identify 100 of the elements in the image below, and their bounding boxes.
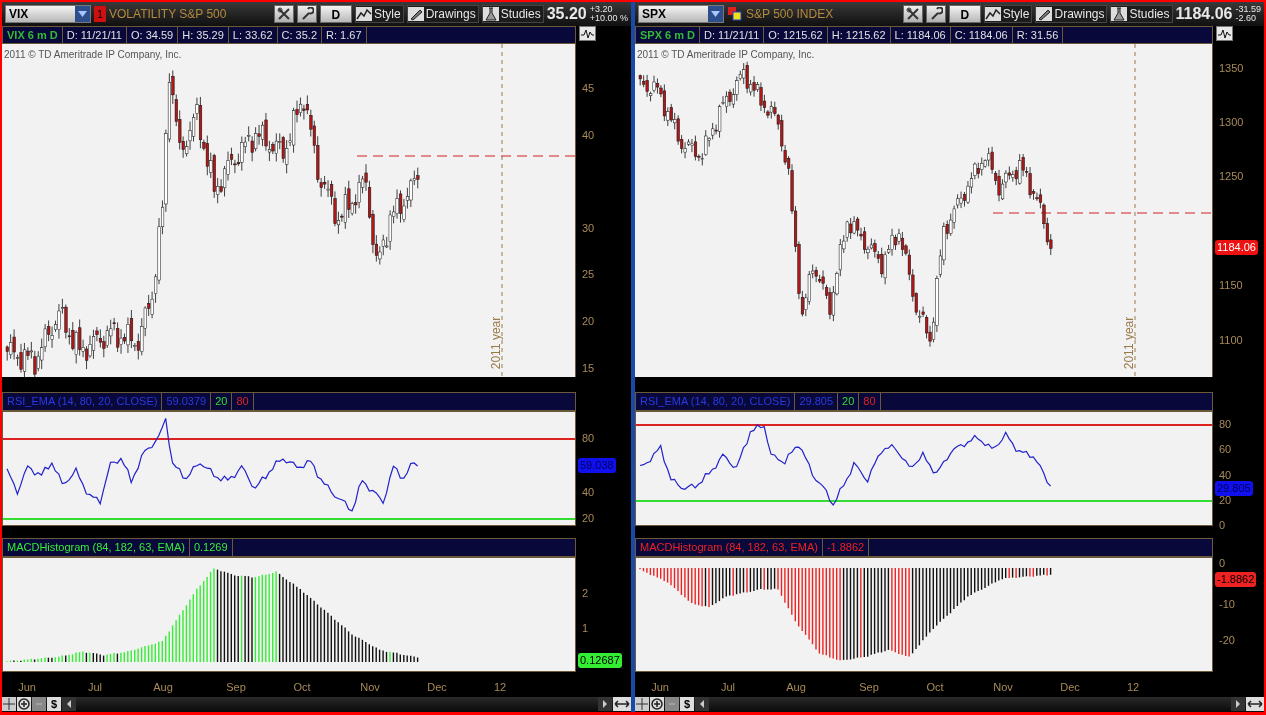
year-label: 2011 year bbox=[488, 316, 505, 370]
axis-label: 15 bbox=[582, 362, 595, 374]
study-title: MACDHistogram (84, 182, 63, EMA) bbox=[636, 539, 823, 557]
last-price: 35.20 bbox=[546, 4, 587, 24]
wrench-button[interactable] bbox=[925, 5, 946, 23]
axis-label: 20 bbox=[582, 315, 595, 327]
zoom-out-icon[interactable] bbox=[665, 697, 679, 712]
axis-label: 20 bbox=[582, 512, 595, 525]
level-value: 20 bbox=[211, 393, 233, 411]
study-title: RSI_EMA (14, 80, 20, CLOSE) bbox=[3, 393, 163, 411]
currency-button[interactable]: $ bbox=[47, 697, 61, 712]
axis-label: 1 bbox=[582, 622, 589, 635]
info-field: O: 34.59 bbox=[127, 27, 179, 43]
axis-label: Aug bbox=[153, 680, 173, 696]
squares-icon[interactable] bbox=[727, 6, 743, 22]
info-field: R: 31.56 bbox=[1012, 27, 1064, 43]
axis-label: 20 bbox=[1219, 494, 1232, 507]
zoom-in-icon[interactable] bbox=[650, 697, 664, 712]
wrench-button[interactable] bbox=[296, 5, 317, 23]
net-change: -31.59 bbox=[1235, 5, 1261, 14]
info-field: L: 33.62 bbox=[228, 27, 278, 43]
axis-label: Nov bbox=[360, 680, 380, 696]
info-field: O: 1215.62 bbox=[764, 27, 828, 43]
pencil-icon bbox=[407, 7, 424, 21]
crosshair-icon[interactable] bbox=[2, 697, 16, 712]
price-badge: 1184.06 bbox=[1215, 240, 1258, 255]
info-field: D: 11/21/11 bbox=[700, 27, 765, 43]
info-field: R: 1.67 bbox=[322, 27, 367, 43]
tools-button[interactable] bbox=[273, 5, 294, 23]
axis-label: 1350 bbox=[1219, 62, 1244, 74]
axis-label: 80 bbox=[582, 432, 595, 445]
axis-label: 25 bbox=[582, 268, 595, 280]
copyright-text: 2011 © TD Ameritrade IP Company, Inc. bbox=[4, 48, 182, 62]
scroll-right-icon[interactable] bbox=[598, 697, 612, 712]
scroll-left-icon[interactable] bbox=[695, 697, 709, 712]
study-value: 59.0379 bbox=[162, 393, 212, 411]
axis-label: 1100 bbox=[1219, 334, 1243, 346]
axis-label: 0 bbox=[1219, 557, 1226, 570]
toolbar-button[interactable]: Style bbox=[983, 5, 1033, 23]
zoom-out-icon[interactable] bbox=[32, 697, 46, 712]
axis-label: Oct bbox=[293, 680, 311, 696]
rsi-badge: 59.038 bbox=[578, 458, 616, 474]
symbol-field[interactable]: SPX bbox=[638, 5, 724, 23]
symbol-description: S&P 500 INDEX bbox=[746, 6, 834, 23]
dropdown-icon[interactable] bbox=[75, 6, 90, 22]
alert-count[interactable]: 1 bbox=[94, 6, 106, 22]
rsi-badge: 29.805 bbox=[1215, 481, 1253, 497]
toolbar-button[interactable]: Drawings bbox=[406, 5, 479, 23]
toolbar-button[interactable]: Studies bbox=[481, 5, 544, 23]
level-value: 80 bbox=[859, 393, 881, 411]
percent-change: +10.00 % bbox=[589, 14, 628, 23]
axis-label: Aug bbox=[786, 680, 806, 696]
last-price: 1184.06 bbox=[1175, 4, 1233, 24]
toolbar-button[interactable]: Drawings bbox=[1035, 5, 1108, 23]
currency-button[interactable]: $ bbox=[680, 697, 694, 712]
chart-icon[interactable] bbox=[579, 26, 596, 41]
chart-icon[interactable] bbox=[1216, 26, 1233, 41]
macd-badge: -1.8862 bbox=[1215, 572, 1257, 588]
scroll-right-icon[interactable] bbox=[1231, 697, 1245, 712]
scroll-left-icon[interactable] bbox=[62, 697, 76, 712]
toolbar-button[interactable]: Style bbox=[354, 5, 404, 23]
axis-label: Sep bbox=[226, 680, 246, 696]
info-field: H: 1215.62 bbox=[827, 27, 891, 43]
copyright-text: 2011 © TD Ameritrade IP Company, Inc. bbox=[637, 48, 815, 62]
axis-label: Jul bbox=[720, 680, 736, 696]
tools-icon bbox=[276, 7, 291, 21]
period-button[interactable]: D bbox=[948, 5, 981, 23]
crosshair-icon[interactable] bbox=[635, 697, 649, 712]
axis-label: 2 bbox=[582, 587, 589, 600]
symbol-field[interactable]: VIX bbox=[5, 5, 91, 23]
percent-change: -2.60 bbox=[1235, 14, 1257, 23]
axis-label: Dec bbox=[427, 680, 447, 696]
level-value: 80 bbox=[232, 393, 254, 411]
study-value: -1.8862 bbox=[822, 539, 870, 557]
expand-icon[interactable] bbox=[1246, 697, 1264, 712]
axis-label: 40 bbox=[1219, 469, 1232, 482]
zoom-in-icon[interactable] bbox=[17, 697, 31, 712]
info-field: C: 1184.06 bbox=[950, 27, 1013, 43]
period-button[interactable]: D bbox=[319, 5, 352, 23]
axis-label: 1300 bbox=[1219, 116, 1244, 128]
year-label: 2011 year bbox=[1121, 316, 1138, 370]
axis-label: 1250 bbox=[1219, 170, 1244, 182]
axis-label: Oct bbox=[926, 680, 944, 696]
line-chart-icon bbox=[984, 7, 1001, 21]
tools-button[interactable] bbox=[902, 5, 923, 23]
axis-label: 80 bbox=[1219, 418, 1232, 431]
info-field: C: 35.2 bbox=[277, 27, 323, 43]
axis-label: 1150 bbox=[1219, 279, 1243, 291]
axis-label: Dec bbox=[1060, 680, 1080, 696]
tools-icon bbox=[905, 7, 920, 21]
dropdown-icon[interactable] bbox=[708, 6, 723, 22]
expand-icon[interactable] bbox=[613, 697, 631, 712]
axis-label: Jun bbox=[18, 680, 36, 696]
line-chart-icon bbox=[355, 7, 372, 21]
axis-label: 40 bbox=[582, 129, 595, 141]
axis-label: 45 bbox=[582, 82, 595, 94]
axis-label: 12 bbox=[493, 680, 507, 696]
axis-label: 0 bbox=[1219, 519, 1226, 532]
toolbar-button[interactable]: Studies bbox=[1110, 5, 1173, 23]
axis-label: 60 bbox=[1219, 443, 1232, 456]
